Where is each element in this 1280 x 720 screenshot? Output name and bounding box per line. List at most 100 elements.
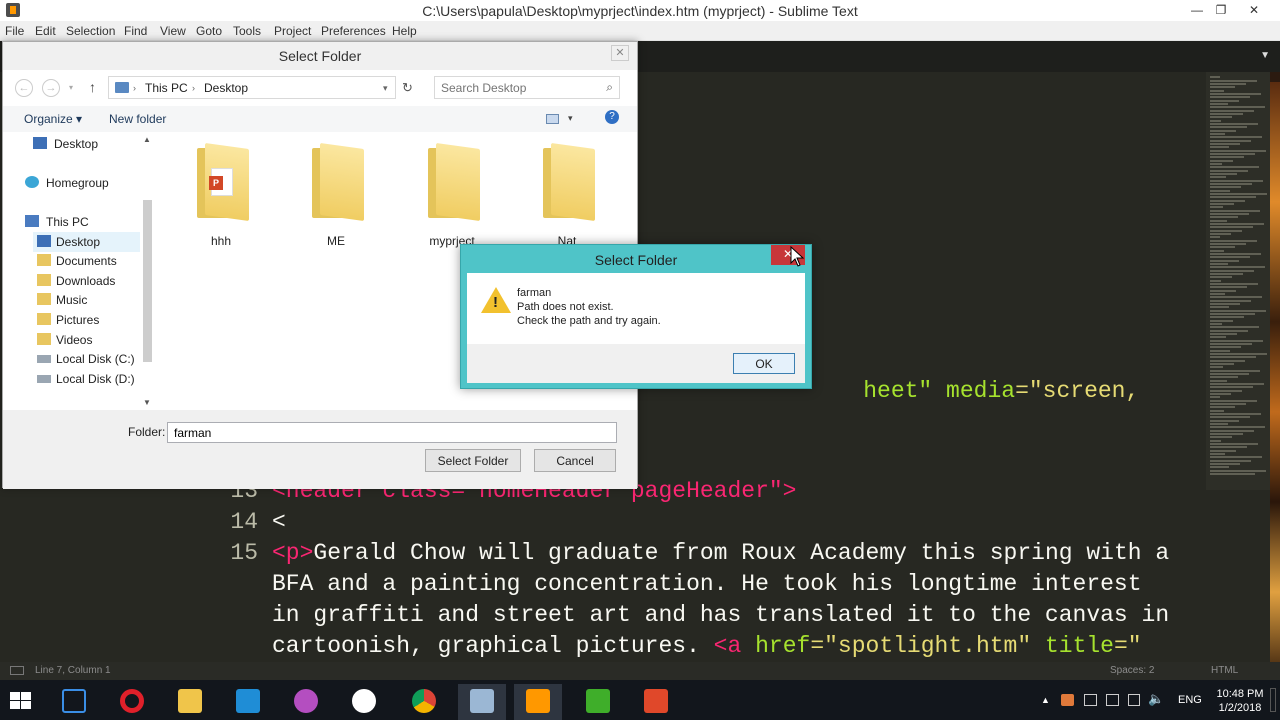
folder-item[interactable]: ME: [288, 142, 384, 254]
sidebar-item-documents[interactable]: Documents: [33, 251, 149, 271]
minimap-line: [1210, 100, 1239, 102]
sidebar-item-pictures[interactable]: Pictures: [33, 310, 149, 330]
view-dropdown-icon[interactable]: ▾: [568, 113, 573, 124]
sidebar-item-local-disk-c[interactable]: Local Disk (C:): [33, 349, 149, 369]
sidebar-item-videos[interactable]: Videos: [33, 330, 149, 350]
sidebar-item-local-disk-d[interactable]: Local Disk (D:): [33, 369, 149, 389]
menu-help[interactable]: Help: [392, 24, 417, 38]
taskbar-clock[interactable]: 10:48 PM 1/2/2018: [1210, 687, 1270, 715]
folder-item[interactable]: myprject: [404, 142, 500, 254]
menu-edit[interactable]: Edit: [35, 24, 56, 38]
tray-app-icon[interactable]: [1061, 694, 1074, 706]
camtasia-icon: [586, 689, 610, 713]
menu-project[interactable]: Project: [274, 24, 311, 38]
organize-button[interactable]: Organize ▾: [24, 112, 82, 126]
status-bar: Line 7, Column 1 Spaces: 2 HTML: [0, 662, 1280, 680]
taskbar-recorder[interactable]: [632, 684, 680, 720]
scrollbar-thumb[interactable]: [143, 200, 152, 362]
taskbar-camtasia[interactable]: [574, 684, 622, 720]
taskbar-inkscape[interactable]: [340, 684, 388, 720]
error-path-name: farman: [517, 287, 552, 299]
volume-icon[interactable]: 🔈: [1148, 691, 1164, 707]
tab-dropdown-icon[interactable]: ▼: [1260, 50, 1270, 61]
sidebar-item-this-pc[interactable]: This PC: [25, 212, 141, 232]
select-folder-button[interactable]: Select Folder: [425, 449, 521, 472]
windows-taskbar: ▲ 🔈 ENG 10:48 PM 1/2/2018: [0, 680, 1280, 720]
minimap-line: [1210, 90, 1224, 92]
minimap-line: [1210, 390, 1242, 392]
start-button[interactable]: [10, 692, 32, 710]
maximize-button[interactable]: ❐: [1205, 0, 1237, 21]
refresh-icon[interactable]: ↻: [402, 80, 413, 96]
address-bar[interactable]: › This PC › Desktop ▾: [108, 76, 396, 99]
taskbar-store[interactable]: [224, 684, 272, 720]
minimap-line: [1210, 330, 1248, 332]
pen-tool-icon: [352, 689, 376, 713]
scroll-down-icon[interactable]: ▼: [143, 398, 151, 407]
taskbar-paint[interactable]: [282, 684, 330, 720]
taskbar-task-view[interactable]: [50, 684, 98, 720]
editor-scrollbar[interactable]: [1270, 72, 1280, 682]
forward-icon[interactable]: →: [42, 79, 60, 97]
search-input[interactable]: [441, 80, 591, 95]
taskbar-sublime[interactable]: [514, 684, 562, 720]
minimap-line: [1210, 336, 1226, 338]
minimap-line: [1210, 280, 1221, 282]
sidebar-item-music[interactable]: Music: [33, 290, 149, 310]
minimap-line: [1210, 206, 1223, 208]
help-icon[interactable]: ?: [605, 110, 619, 124]
menu-goto[interactable]: Goto: [196, 24, 222, 38]
show-hidden-icons[interactable]: ▲: [1041, 695, 1050, 705]
battery-icon[interactable]: [1128, 694, 1140, 706]
minimap-line: [1210, 456, 1262, 458]
ok-button[interactable]: OK: [733, 353, 795, 374]
minimap-line: [1210, 323, 1222, 325]
minimap-line: [1210, 453, 1225, 455]
breadcrumb-desktop[interactable]: Desktop: [204, 81, 248, 95]
taskbar-chrome[interactable]: [400, 684, 448, 720]
search-box[interactable]: ⌕: [434, 76, 620, 99]
new-folder-button[interactable]: New folder: [109, 112, 166, 126]
up-icon[interactable]: ↑: [89, 79, 96, 95]
minimap-line: [1210, 446, 1247, 448]
breadcrumb-this-pc[interactable]: This PC: [145, 81, 188, 95]
folder-name-input[interactable]: [167, 422, 617, 443]
minimap-line: [1210, 116, 1232, 118]
recent-dropdown-icon[interactable]: ▾: [69, 83, 73, 92]
minimap-line: [1210, 470, 1266, 472]
menu-preferences[interactable]: Preferences: [321, 24, 386, 38]
taskbar-file-explorer[interactable]: [166, 684, 214, 720]
menu-view[interactable]: View: [160, 24, 186, 38]
menu-tools[interactable]: Tools: [233, 24, 261, 38]
folder-item[interactable]: P hhh: [173, 142, 269, 254]
menu-selection[interactable]: Selection: [66, 24, 115, 38]
sidebar-item-homegroup[interactable]: Homegroup: [25, 173, 141, 193]
close-window-button[interactable]: ✕: [1238, 0, 1270, 21]
menu-find[interactable]: Find: [124, 24, 147, 38]
sidebar-item-downloads[interactable]: Downloads: [33, 271, 149, 291]
dialog-close-button[interactable]: ✕: [611, 45, 629, 61]
minimap-line: [1210, 363, 1234, 365]
cancel-button[interactable]: Cancel: [534, 449, 616, 472]
minimap-line: [1210, 253, 1261, 255]
minimap-line: [1210, 303, 1240, 305]
language-indicator[interactable]: ENG: [1178, 694, 1202, 706]
console-toggle-icon[interactable]: [10, 666, 24, 675]
taskbar-opera[interactable]: [108, 684, 156, 720]
address-dropdown-icon[interactable]: ▾: [383, 83, 388, 94]
scroll-up-icon[interactable]: ▲: [143, 135, 151, 144]
back-icon[interactable]: ←: [15, 79, 33, 97]
folder-item[interactable]: Nat: [519, 142, 615, 254]
tray-app-icon[interactable]: [1106, 694, 1119, 706]
status-spaces[interactable]: Spaces: 2: [1110, 665, 1154, 676]
sidebar-item-desktop[interactable]: Desktop: [33, 232, 149, 252]
minimap[interactable]: [1206, 72, 1270, 490]
menu-file[interactable]: File: [5, 24, 24, 38]
tray-app-icon[interactable]: [1084, 694, 1097, 706]
sidebar-item-desktop-fav[interactable]: Desktop: [33, 134, 149, 154]
notifications-icon[interactable]: [1270, 688, 1276, 712]
status-syntax[interactable]: HTML: [1211, 665, 1238, 676]
taskbar-explorer-window[interactable]: [458, 684, 506, 720]
view-options-icon[interactable]: [546, 114, 559, 124]
navigation-pane-scrollbar[interactable]: ▲ ▼: [140, 132, 155, 410]
